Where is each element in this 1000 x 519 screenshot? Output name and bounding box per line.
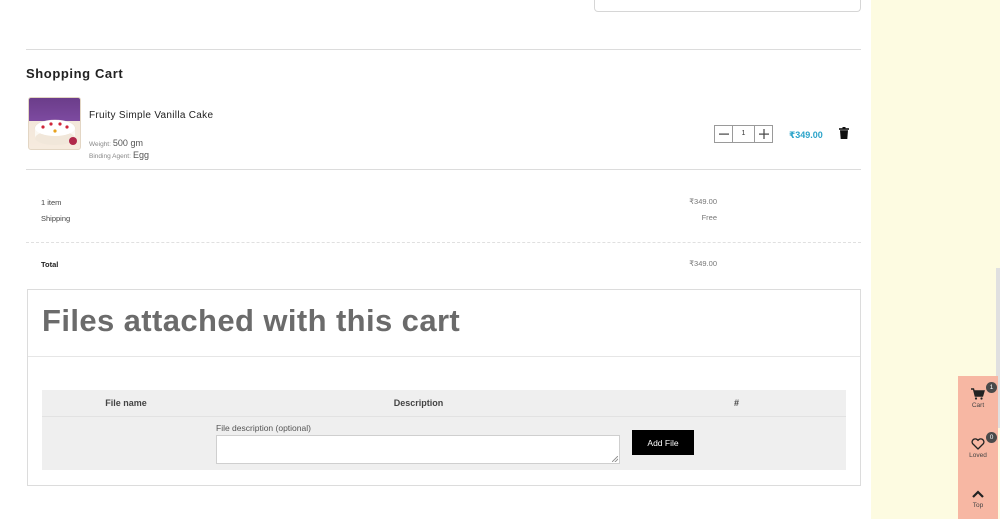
- column-header-file-name: File name: [105, 398, 147, 408]
- add-file-button[interactable]: Add File: [632, 430, 694, 455]
- file-description-input[interactable]: [216, 435, 620, 464]
- weight-row: Weight: 500 gm: [89, 138, 143, 148]
- attached-files-panel: Files attached with this cart File name …: [27, 289, 861, 486]
- column-header-actions: #: [733, 398, 739, 408]
- quantity-value[interactable]: 1: [733, 126, 754, 142]
- line-item-price: ₹349.00: [789, 130, 823, 140]
- binding-agent-value: Egg: [132, 150, 149, 160]
- increase-quantity-button[interactable]: [754, 126, 772, 142]
- side-top-button[interactable]: Top: [958, 476, 998, 519]
- table-header-divider: [42, 416, 846, 417]
- files-panel-title: Files attached with this cart: [42, 303, 461, 338]
- side-cart-button[interactable]: Cart 1: [958, 376, 998, 422]
- items-subtotal: ₹349.00: [689, 197, 717, 206]
- quantity-stepper[interactable]: 1: [714, 125, 773, 143]
- side-top-label: Top: [972, 502, 984, 509]
- trash-icon[interactable]: [839, 127, 849, 139]
- column-header-description: Description: [393, 398, 444, 408]
- product-name[interactable]: Fruity Simple Vanilla Cake: [89, 110, 213, 121]
- page-content: Shopping Cart Fruity Simple Vanilla Cake…: [0, 0, 871, 519]
- files-panel-divider: [28, 356, 860, 357]
- summary-divider: [26, 242, 861, 243]
- minus-icon: [718, 133, 729, 135]
- file-description-label: File description (optional): [216, 423, 311, 433]
- section-divider: [26, 49, 861, 50]
- shipping-value: Free: [701, 213, 717, 222]
- total-value: ₹349.00: [689, 259, 717, 268]
- files-table: File name Description # File description…: [42, 390, 846, 470]
- item-divider: [26, 169, 861, 170]
- weight-label: Weight:: [89, 141, 111, 148]
- chevron-up-icon: [972, 490, 984, 498]
- floating-side-rail: Cart 1 Loved 0 Top: [958, 376, 998, 519]
- cart-icon: [971, 388, 985, 400]
- product-image[interactable]: [28, 97, 81, 150]
- heart-icon: [971, 438, 985, 450]
- resize-grip-icon[interactable]: [612, 456, 618, 462]
- items-count-label: 1 item: [41, 198, 62, 207]
- side-cart-label: Cart: [971, 402, 985, 409]
- side-loved-label: Loved: [969, 452, 987, 459]
- binding-agent-row: Binding Agent: Egg: [89, 150, 149, 160]
- cake-image: [34, 119, 77, 145]
- binding-agent-label: Binding Agent:: [89, 153, 131, 160]
- cart-count-badge: 1: [986, 382, 997, 393]
- top-panel-edge: [594, 0, 861, 12]
- decrease-quantity-button[interactable]: [715, 126, 733, 142]
- loved-count-badge: 0: [986, 432, 997, 443]
- total-label: Total: [41, 260, 59, 269]
- plus-icon: [758, 129, 769, 139]
- side-loved-button[interactable]: Loved 0: [958, 426, 998, 472]
- shipping-label: Shipping: [41, 214, 71, 223]
- shopping-cart-title: Shopping Cart: [26, 66, 124, 81]
- weight-value: 500 gm: [112, 138, 143, 148]
